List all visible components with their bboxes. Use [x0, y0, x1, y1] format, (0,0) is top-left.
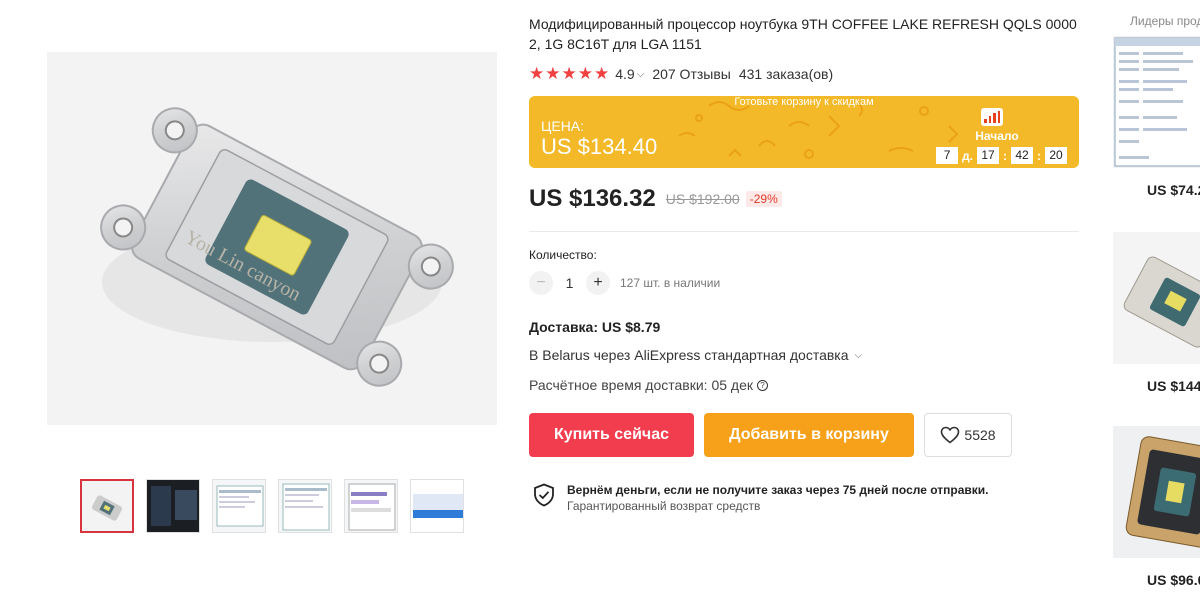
recommendations: Лидеры продаж US $74.25 US $144.00	[1113, 14, 1200, 588]
timer-days: 7	[936, 147, 959, 164]
add-to-cart-button[interactable]: Добавить в корзину	[704, 413, 914, 457]
timer-minutes: 42	[1011, 147, 1033, 164]
thumbnail-benchmark-icon	[345, 480, 397, 532]
divider	[529, 231, 1079, 232]
shipping-method-select[interactable]: В Belarus через AliExpress стандартная д…	[529, 347, 1081, 363]
shipping-method-label: В Belarus через AliExpress стандартная д…	[529, 347, 849, 363]
thumbnail-2[interactable]	[146, 479, 200, 533]
wishlist-count: 5528	[964, 427, 996, 443]
price-row: US $136.32 US $192.00 -29%	[529, 185, 1081, 212]
promo-banner: Готовьте корзину к скидкам ЦЕНА: US $134…	[529, 96, 1079, 168]
recommendation-item[interactable]: US $144.00	[1113, 232, 1200, 394]
heart-icon	[941, 426, 960, 444]
discount-badge: -29%	[745, 191, 782, 207]
timer-colon: :	[1037, 148, 1041, 163]
timer-hours: 17	[977, 147, 999, 164]
timer-colon: :	[1003, 148, 1007, 163]
delivery-estimate: Расчётное время доставки: 05 дек ?	[529, 377, 1081, 393]
processor-illustration: You Lin canyon	[100, 107, 454, 387]
product-info: Модифицированный процессор ноутбука 9TH …	[529, 14, 1081, 513]
recommendation-price[interactable]: US $74.25	[1147, 182, 1200, 198]
timer-days-unit: д.	[962, 148, 973, 163]
timer-seconds: 20	[1045, 147, 1067, 164]
recommendation-price[interactable]: US $144.00	[1147, 378, 1200, 394]
promo-price: US $134.40	[541, 134, 658, 159]
product-title: Модифицированный процессор ноутбука 9TH …	[529, 16, 1077, 52]
guarantee-subtitle[interactable]: Гарантированный возврат средств	[567, 499, 989, 513]
thumbnail-desktop-icon	[411, 480, 463, 532]
buyer-protection: Верн​ём деньги, если не получите заказ ч…	[533, 483, 1081, 513]
thumbnail-5[interactable]	[344, 479, 398, 533]
countdown-timer: 7 д. 17 : 42 : 20	[936, 147, 1067, 164]
promo-banner-title: Готовьте корзину к скидкам	[734, 96, 874, 108]
promo-start-label: Начало	[975, 129, 1019, 143]
processor-thumbnail-icon	[1113, 232, 1200, 364]
cpuz-window-icon	[1113, 36, 1200, 168]
sale-bars-icon	[981, 108, 1003, 126]
chevron-down-icon[interactable]: ⌵	[637, 69, 645, 80]
stock-count: 127 шт. в наличии	[620, 276, 721, 290]
processor-thumbnail-icon	[1113, 426, 1200, 558]
current-price: US $136.32	[529, 185, 656, 212]
thumbnail-strip	[80, 479, 464, 533]
shipping-cost: Доставка: US $8.79	[529, 319, 661, 335]
reviews-link[interactable]: 207 Отзывы	[652, 66, 731, 82]
thumbnail-processor-icon	[82, 481, 132, 531]
quantity-label: Количество:	[529, 248, 597, 262]
thumbnail-cpuz-icon	[213, 480, 265, 532]
quantity-increase-button[interactable]: +	[586, 271, 610, 295]
promo-countdown: Начало 7 д. 17 : 42 : 20	[927, 108, 1067, 164]
quantity-stepper: − 1 + 127 шт. в наличии	[529, 271, 1081, 295]
thumbnail-screenshot-dark-icon	[147, 480, 199, 532]
thumbnail-cpuz-2-icon	[279, 480, 331, 532]
star-icon: ★	[561, 64, 577, 83]
thumbnail-6[interactable]	[410, 479, 464, 533]
guarantee-title: Верн​ём деньги, если не получите заказ ч…	[567, 483, 989, 497]
recommendation-item[interactable]: US $74.25	[1113, 36, 1200, 198]
help-icon[interactable]: ?	[757, 379, 768, 391]
thumbnail-4[interactable]	[278, 479, 332, 533]
star-icon: ★	[577, 64, 593, 83]
main-product-image[interactable]: You Lin canyon	[47, 52, 497, 425]
chevron-down-icon: ⌵	[854, 349, 863, 361]
delivery-estimate-text: Расчётное время доставки: 05 дек	[529, 377, 753, 393]
wishlist-button[interactable]: 5528	[924, 413, 1012, 457]
rating-value[interactable]: 4.9	[615, 66, 634, 82]
recommendation-price[interactable]: US $96.00	[1147, 572, 1200, 588]
recommendation-image[interactable]	[1113, 36, 1200, 168]
shield-check-icon	[534, 483, 554, 507]
star-icon: ★	[594, 64, 610, 83]
recommendation-image[interactable]	[1113, 232, 1200, 364]
promo-price-label: ЦЕНА:	[541, 118, 585, 134]
rating-row: ★ ★ ★ ★ ★ 4.9 ⌵ 207 Отзывы 431 заказа(ов…	[529, 64, 1081, 83]
buy-now-button[interactable]: Купить сейчас	[529, 413, 694, 457]
action-buttons: Купить сейчас Добавить в корзину 5528	[529, 413, 1081, 457]
thumbnail-3[interactable]	[212, 479, 266, 533]
star-icon: ★	[529, 64, 545, 83]
recommendation-item[interactable]: US $96.00	[1113, 426, 1200, 588]
thumbnail-1[interactable]	[80, 479, 134, 533]
orders-count: 431 заказа(ов)	[738, 66, 834, 82]
recommendations-heading: Лидеры продаж	[1130, 14, 1200, 28]
quantity-input[interactable]: 1	[553, 275, 586, 291]
star-icon: ★	[545, 64, 561, 83]
old-price: US $192.00	[665, 191, 740, 207]
rating-stars: ★ ★ ★ ★ ★	[529, 64, 610, 83]
quantity-decrease-button[interactable]: −	[529, 271, 553, 295]
recommendation-image[interactable]	[1113, 426, 1200, 558]
